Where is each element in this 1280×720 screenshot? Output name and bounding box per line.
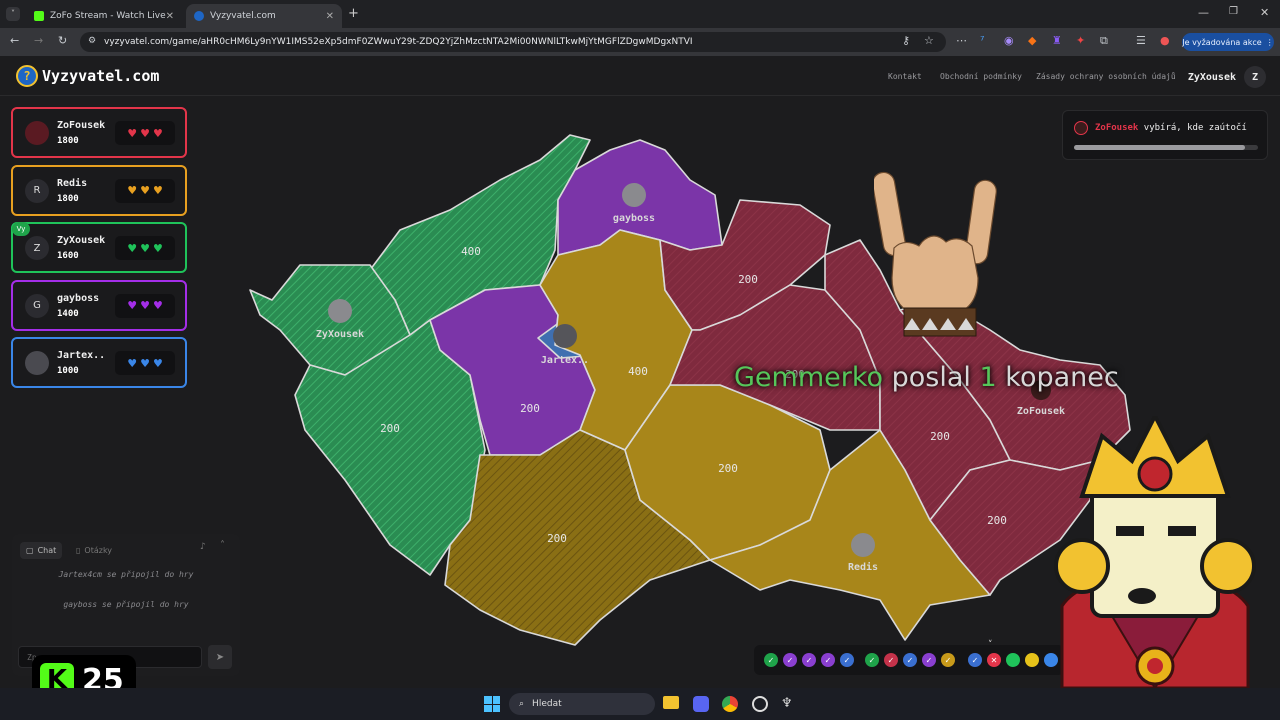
turn-chip	[1006, 653, 1020, 667]
puzzle-icon[interactable]: ⧉	[1100, 34, 1108, 48]
tab-chat[interactable]: ▢ Chat	[20, 542, 63, 559]
file-explorer-icon[interactable]	[663, 696, 679, 709]
discord-icon[interactable]	[693, 696, 709, 712]
turn-chip: ✓	[968, 653, 982, 667]
extension-icon[interactable]: ⋯	[956, 34, 967, 47]
site-logo[interactable]: ? Vyzyvatel.com	[16, 65, 159, 87]
player-avatar-marker	[553, 324, 577, 348]
chat-message: Jartex4cm se připojil do hry	[58, 570, 194, 579]
turn-chip: ✓	[802, 653, 816, 667]
avatar: Z	[1244, 66, 1266, 88]
marker-label-jartex: Jartex..	[541, 355, 589, 366]
close-icon[interactable]: ✕	[166, 11, 174, 22]
chevron-down-icon: ˅	[988, 640, 993, 650]
extension-icon[interactable]: ◉	[1004, 34, 1014, 47]
turn-timer-fill	[1074, 145, 1246, 150]
user-menu[interactable]: ZyXousek Z	[1188, 66, 1266, 88]
gift-notification: Gemmerko poslal 1 kopanec	[734, 362, 1119, 393]
logo-icon: ?	[16, 65, 38, 87]
reading-list-icon[interactable]: ☰	[1136, 34, 1146, 47]
marker-label-zyxousek: ZyXousek	[316, 329, 364, 340]
nav-zasady[interactable]: Zásady ochrany osobních údajů	[1036, 72, 1176, 81]
reload-icon[interactable]: ↻	[58, 34, 67, 47]
kick-favicon-icon	[34, 11, 44, 21]
extension-icon[interactable]: ✦	[1076, 34, 1085, 47]
tab-search-icon[interactable]: ˅	[6, 7, 20, 21]
chat-icon: ▢	[26, 546, 34, 555]
region-label: 200	[718, 462, 738, 475]
turn-chip: ✓	[941, 653, 955, 667]
vyzyvatel-favicon-icon	[194, 11, 204, 21]
questions-icon: ▯	[76, 546, 81, 555]
marker-label-redis: Redis	[848, 561, 878, 573]
maximize-icon[interactable]: ❐	[1229, 6, 1238, 17]
chevron-up-icon[interactable]: ˄	[220, 540, 225, 551]
region-label: 200	[738, 273, 758, 286]
extension-icon[interactable]: ⁷	[980, 34, 984, 47]
nav-kontakt[interactable]: Kontakt	[888, 72, 922, 81]
new-tab-icon[interactable]: +	[348, 6, 359, 21]
turn-timer	[1074, 145, 1258, 150]
app-icon[interactable]: ♆	[781, 696, 793, 711]
extension-icon[interactable]: ♜	[1052, 34, 1062, 47]
browser-tab-bar: ˅ ZoFo Stream - Watch Live on Ki ✕ Vyzyv…	[0, 0, 1280, 28]
nav-obchodni-podminky[interactable]: Obchodní podmínky	[940, 72, 1022, 81]
turn-chip: ✓	[903, 653, 917, 667]
address-bar[interactable]: vyzyvatel.com/game/aHR0cHM6Ly9nYW1IMS52e…	[80, 32, 946, 52]
turn-order-bar: ✓ ✓ ✓ ✓ ✓ ✓ ✓ ✓ ✓ ✓ ✓ ✕	[754, 645, 1064, 675]
bell-icon[interactable]: ♪	[200, 542, 206, 552]
region-label: 200	[380, 422, 400, 435]
forward-icon[interactable]: →	[34, 34, 43, 47]
window-close-icon[interactable]: ✕	[1260, 6, 1269, 19]
region-label: 400	[461, 245, 481, 258]
minimize-icon[interactable]: —	[1198, 6, 1209, 19]
turn-chip: ✓	[884, 653, 898, 667]
region-label: 400	[628, 365, 648, 378]
player-avatar-marker	[851, 533, 875, 557]
action-required-button[interactable]: Je vyžadována akce ⋮	[1182, 33, 1274, 51]
turn-chip: ✓	[840, 653, 854, 667]
status-text: vybírá, kde zaútočí	[1143, 123, 1247, 133]
rock-hand-sticker	[874, 171, 997, 337]
send-button[interactable]: ➤	[208, 645, 232, 669]
site-info-icon[interactable]: ⚙	[88, 36, 96, 46]
avatar	[1074, 121, 1088, 135]
player-avatar-marker	[622, 183, 646, 207]
key-icon[interactable]: ⚷	[902, 34, 910, 47]
tab-otazky[interactable]: ▯ Otázky	[70, 542, 118, 559]
status-player: ZoFousek	[1095, 123, 1139, 133]
chat-message: gayboss se připojil do hry	[63, 600, 189, 609]
region-label: 200	[520, 402, 540, 415]
player-avatar-marker	[328, 299, 352, 323]
region-label: 200	[987, 514, 1007, 527]
mascot-character	[1054, 416, 1256, 688]
turn-chip: ✓	[783, 653, 797, 667]
region-label: 200	[930, 430, 950, 443]
search-icon: ⌕	[519, 699, 525, 709]
app-icon[interactable]	[752, 696, 768, 712]
tab-zofo-stream[interactable]: ZoFo Stream - Watch Live on Ki ✕	[26, 4, 182, 28]
turn-status-panel: ZoFousek vybírá, kde zaútočí	[1062, 110, 1268, 160]
more-icon: ⋮	[1265, 37, 1274, 47]
windows-start-icon[interactable]	[484, 696, 500, 712]
extension-icon[interactable]: ◆	[1028, 34, 1036, 47]
close-icon[interactable]: ✕	[326, 11, 334, 22]
turn-chip: ✓	[821, 653, 835, 667]
chrome-icon[interactable]	[722, 696, 738, 712]
turn-chip	[1025, 653, 1039, 667]
back-icon[interactable]: ←	[10, 34, 19, 47]
turn-chip: ✕	[987, 653, 1001, 667]
turn-chip: ✓	[865, 653, 879, 667]
turn-chip: ✓	[922, 653, 936, 667]
profile-icon[interactable]: ●	[1160, 34, 1170, 47]
turn-chip: ✓	[764, 653, 778, 667]
marker-label-gayboss: gayboss	[613, 213, 655, 224]
taskbar-search[interactable]: ⌕ Hledat	[509, 693, 655, 715]
region-label: 200	[547, 532, 567, 545]
star-icon[interactable]: ☆	[924, 34, 934, 47]
tab-vyzyvatel[interactable]: Vyzyvatel.com ✕	[186, 4, 342, 28]
